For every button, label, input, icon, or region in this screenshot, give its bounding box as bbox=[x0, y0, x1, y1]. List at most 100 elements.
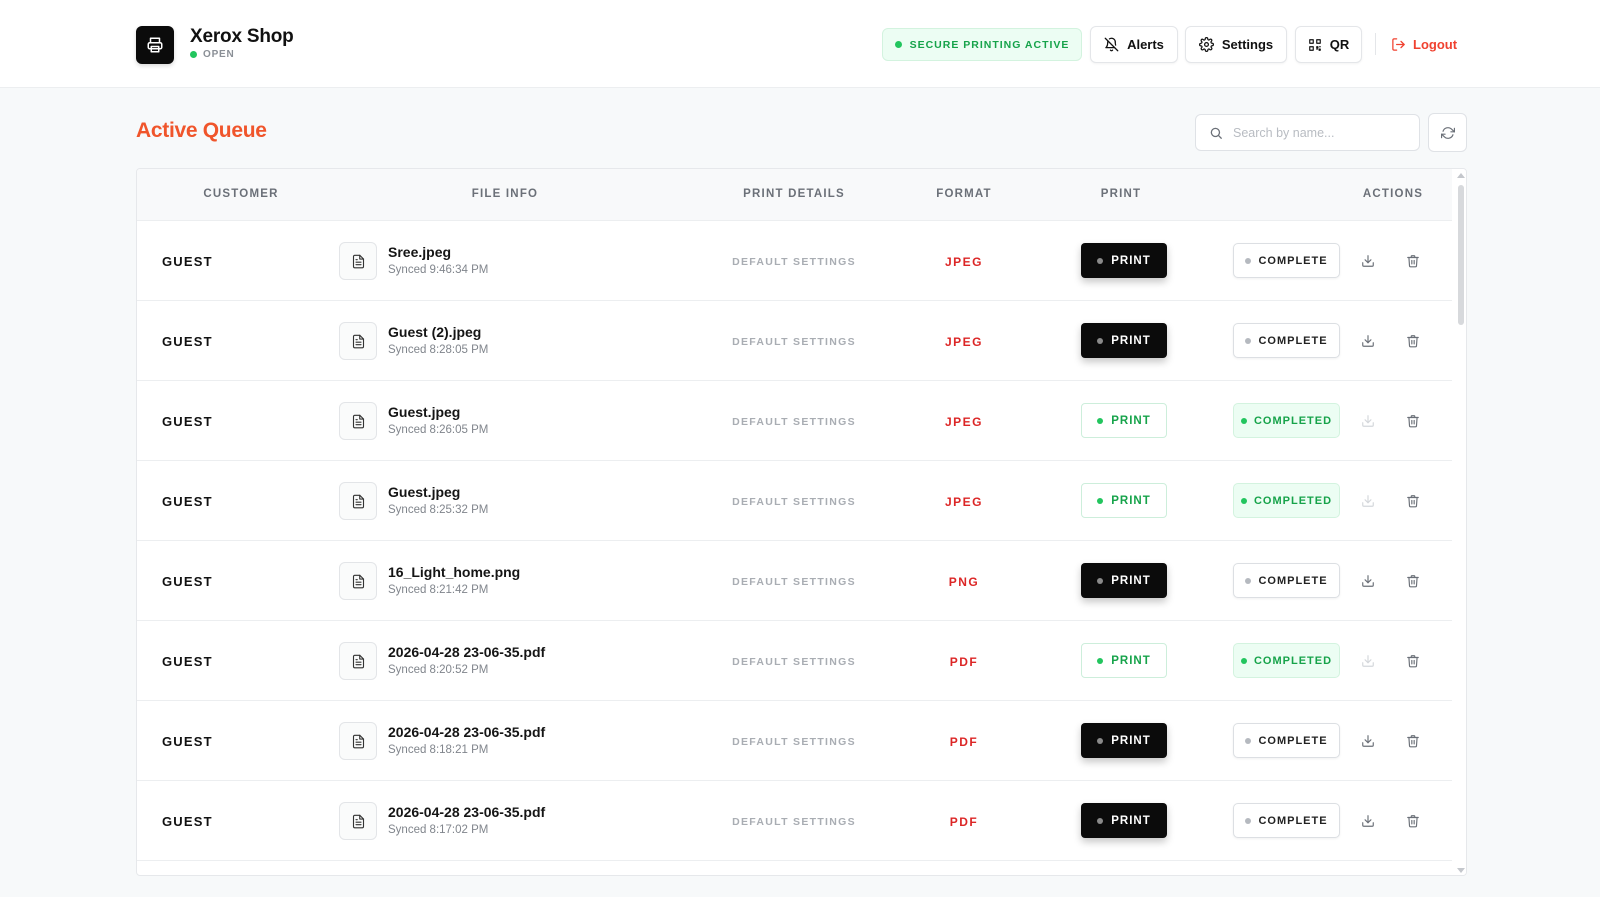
search-input[interactable] bbox=[1233, 125, 1403, 140]
print-button[interactable]: PRINT bbox=[1081, 243, 1167, 278]
delete-button[interactable] bbox=[1402, 410, 1424, 432]
status-dot bbox=[1245, 577, 1252, 584]
gear-icon bbox=[1198, 37, 1214, 52]
print-button[interactable]: PRINT bbox=[1081, 483, 1167, 518]
complete-button[interactable]: COMPLETE bbox=[1233, 563, 1340, 598]
scroll-down-arrow[interactable] bbox=[1457, 868, 1465, 873]
print-button[interactable]: PRINT bbox=[1081, 643, 1167, 678]
download-button[interactable] bbox=[1357, 810, 1379, 832]
download-icon bbox=[1362, 495, 1374, 507]
file-text-icon bbox=[352, 334, 364, 348]
status-dot bbox=[1245, 337, 1252, 344]
delete-button[interactable] bbox=[1402, 570, 1424, 592]
table-scrollbar[interactable] bbox=[1454, 169, 1466, 875]
customer-name: GUEST bbox=[162, 414, 213, 429]
settings-button[interactable]: Settings bbox=[1185, 26, 1287, 63]
trash-icon bbox=[1407, 495, 1419, 508]
print-label: PRINT bbox=[1111, 574, 1151, 587]
delete-button[interactable] bbox=[1402, 650, 1424, 672]
trash-icon bbox=[1407, 255, 1419, 268]
customer-name: GUEST bbox=[162, 254, 213, 269]
print-details: DEFAULT SETTINGS bbox=[732, 416, 856, 428]
file-synced-time: Synced 8:17:02 PM bbox=[388, 824, 489, 836]
search-icon bbox=[1210, 127, 1222, 139]
refresh-button[interactable] bbox=[1428, 113, 1467, 152]
bell-off-icon bbox=[1104, 37, 1119, 52]
download-button[interactable] bbox=[1357, 490, 1379, 512]
table-header: CUSTOMER FILE INFO PRINT DETAILS FORMAT … bbox=[137, 169, 1452, 221]
status-dot bbox=[1245, 737, 1252, 744]
scroll-up-arrow[interactable] bbox=[1457, 173, 1465, 178]
download-button[interactable] bbox=[1357, 330, 1379, 352]
print-button[interactable]: PRINT bbox=[1081, 403, 1167, 438]
secure-printing-label: SECURE PRINTING ACTIVE bbox=[909, 38, 1070, 51]
complete-button[interactable]: COMPLETE bbox=[1233, 323, 1340, 358]
complete-button[interactable]: COMPLETE bbox=[1233, 803, 1340, 838]
status-dot bbox=[1240, 657, 1247, 664]
file-format: JPEG bbox=[944, 495, 984, 509]
download-icon bbox=[1362, 735, 1374, 747]
status-dot bbox=[190, 51, 197, 58]
file-text-icon bbox=[352, 814, 364, 828]
print-button[interactable]: PRINT bbox=[1081, 723, 1167, 758]
file-name: 2026-04-28 23-06-35.pdf bbox=[388, 724, 546, 740]
complete-button[interactable]: COMPLETED bbox=[1233, 403, 1340, 438]
download-button[interactable] bbox=[1357, 410, 1379, 432]
complete-button[interactable]: COMPLETED bbox=[1233, 643, 1340, 678]
file-text-icon bbox=[352, 414, 364, 428]
file-text-icon bbox=[352, 574, 364, 588]
file-name: Guest (2).jpeg bbox=[388, 324, 482, 340]
file-icon-box bbox=[339, 642, 377, 680]
download-button[interactable] bbox=[1357, 650, 1379, 672]
delete-button[interactable] bbox=[1402, 730, 1424, 752]
table-body: GUEST Sree.jpeg Synced 9:46:34 PM DEFAUL… bbox=[137, 221, 1452, 861]
complete-button[interactable]: COMPLETE bbox=[1233, 723, 1340, 758]
file-text-icon bbox=[352, 494, 364, 508]
print-details: DEFAULT SETTINGS bbox=[732, 496, 856, 508]
print-button[interactable]: PRINT bbox=[1081, 563, 1167, 598]
qr-button[interactable]: QR bbox=[1295, 26, 1362, 63]
download-icon bbox=[1362, 815, 1374, 827]
logout-button[interactable]: Logout bbox=[1391, 26, 1463, 63]
delete-button[interactable] bbox=[1402, 490, 1424, 512]
delete-button[interactable] bbox=[1402, 810, 1424, 832]
column-header-customer: CUSTOMER bbox=[203, 188, 279, 200]
settings-label: Settings bbox=[1221, 37, 1274, 52]
queue-table: CUSTOMER FILE INFO PRINT DETAILS FORMAT … bbox=[136, 168, 1467, 876]
table-row: GUEST Sree.jpeg Synced 9:46:34 PM DEFAUL… bbox=[137, 221, 1452, 301]
print-label: PRINT bbox=[1111, 734, 1151, 747]
search-box[interactable] bbox=[1195, 114, 1420, 151]
print-label: PRINT bbox=[1111, 654, 1151, 667]
delete-button[interactable] bbox=[1402, 330, 1424, 352]
page-title: Active Queue bbox=[136, 119, 267, 142]
print-button[interactable]: PRINT bbox=[1081, 803, 1167, 838]
file-format: JPEG bbox=[944, 415, 984, 429]
shop-status: OPEN bbox=[190, 49, 235, 60]
file-icon-box bbox=[339, 562, 377, 600]
status-dot bbox=[1240, 497, 1247, 504]
file-icon-box bbox=[339, 322, 377, 360]
print-button[interactable]: PRINT bbox=[1081, 323, 1167, 358]
print-dot bbox=[1097, 417, 1104, 424]
trash-icon bbox=[1407, 575, 1419, 588]
download-button[interactable] bbox=[1357, 570, 1379, 592]
secure-dot bbox=[894, 41, 902, 48]
download-icon bbox=[1362, 255, 1374, 267]
trash-icon bbox=[1407, 335, 1419, 348]
table-row: GUEST Guest (2).jpeg Synced 8:28:05 PM D… bbox=[137, 301, 1452, 381]
alerts-button[interactable]: Alerts bbox=[1090, 26, 1178, 63]
complete-button[interactable]: COMPLETE bbox=[1233, 243, 1340, 278]
delete-button[interactable] bbox=[1402, 250, 1424, 272]
file-text-icon bbox=[352, 254, 364, 268]
download-button[interactable] bbox=[1357, 730, 1379, 752]
scroll-thumb[interactable] bbox=[1458, 185, 1464, 325]
column-header-print-details: PRINT DETAILS bbox=[743, 188, 845, 200]
alerts-label: Alerts bbox=[1127, 37, 1164, 52]
download-button[interactable] bbox=[1357, 250, 1379, 272]
customer-name: GUEST bbox=[162, 734, 213, 749]
status-label: COMPLETE bbox=[1258, 254, 1328, 267]
file-text-icon bbox=[352, 654, 364, 668]
complete-button[interactable]: COMPLETED bbox=[1233, 483, 1340, 518]
trash-icon bbox=[1407, 815, 1419, 828]
table-row: GUEST 2026-04-28 23-06-35.pdf Synced 8:1… bbox=[137, 781, 1452, 861]
